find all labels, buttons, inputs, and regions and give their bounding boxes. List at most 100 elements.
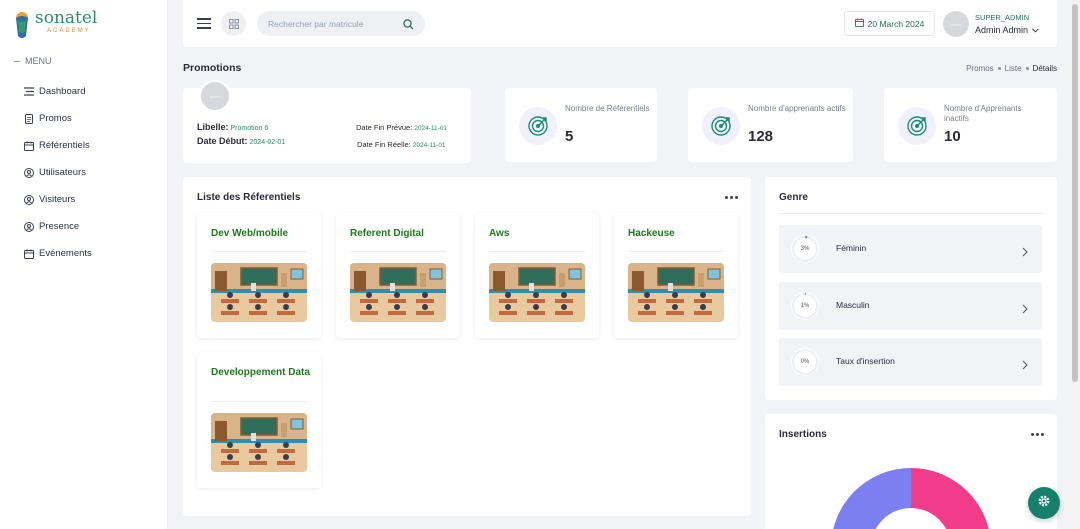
gear-icon [1037, 494, 1051, 513]
referentiels-panel: Liste des Réferentiels Dev Web/mobile Re… [183, 177, 751, 516]
calendar-icon [24, 141, 34, 151]
donut-segment-purple [833, 468, 911, 529]
genre-row-feminin[interactable]: 3% Féminin [779, 225, 1042, 273]
date-display[interactable]: 20 March 2024 [844, 11, 935, 36]
user-menu[interactable]: Admin Admin [975, 25, 1039, 35]
user-icon [24, 167, 34, 178]
classroom-image [211, 413, 307, 472]
stat-card-referentiels: Nombre de Référentiels 5 [505, 88, 657, 162]
sidebar-item-label: Promos [39, 113, 72, 124]
avatar-alt-text: avatar [950, 21, 962, 27]
classroom-image [489, 263, 585, 322]
classroom-image [350, 263, 446, 322]
referentiel-title: Dev Web/mobile [211, 228, 289, 239]
referentiel-title: Hackeuse [628, 228, 675, 239]
stat-value: 10 [944, 128, 961, 145]
user-name: Admin Admin [975, 25, 1029, 35]
sidebar-item-promos[interactable]: Promos [24, 105, 92, 132]
progress-ring: 0% [791, 348, 819, 376]
chevron-down-icon [1032, 25, 1039, 35]
brand-name: sonatel [35, 8, 98, 28]
sidebar-item-visiteurs[interactable]: Visiteurs [24, 186, 92, 213]
breadcrumb-liste[interactable]: Liste [1005, 64, 1022, 73]
promo-date-debut-value: 2024-02-01 [249, 139, 286, 146]
genre-label: Taux d'insertion [836, 356, 895, 366]
chevron-right-icon [1022, 301, 1028, 319]
referentiels-title: Liste des Réferentiels [197, 192, 301, 203]
breadcrumb: Promos Liste Détails [966, 64, 1057, 73]
target-icon [702, 107, 740, 145]
promo-date-fin-reelle-value: 2024-11-01 [412, 142, 446, 149]
sidebar-item-utilisateurs[interactable]: Utilisateurs [24, 159, 92, 186]
page-scrollbar[interactable] [1070, 0, 1080, 529]
settings-fab-button[interactable] [1028, 487, 1060, 519]
search-icon[interactable] [403, 17, 414, 35]
sidebar-item-evenements[interactable]: Evénements [24, 240, 92, 267]
apps-grid-icon[interactable] [221, 11, 246, 36]
chevron-right-icon [1022, 244, 1028, 262]
progress-ring: 1% [791, 292, 819, 320]
genre-title: Genre [779, 192, 808, 203]
calendar-icon [854, 18, 864, 29]
sidebar-item-label: Utilisateurs [39, 167, 86, 178]
sidebar-item-presence[interactable]: Presence [24, 213, 92, 240]
target-icon [519, 107, 557, 145]
referentiel-title: Aws [489, 228, 510, 239]
user-icon [24, 221, 34, 232]
menu-toggle-icon[interactable] [197, 18, 211, 29]
referentiel-card[interactable]: Referent Digital [336, 213, 460, 338]
insertions-panel: Insertions [765, 414, 1057, 529]
topbar: 20 March 2024 avatar SUPER_ADMIN Admin A… [183, 0, 1057, 47]
classroom-image [628, 263, 724, 322]
progress-ring: 3% [791, 235, 819, 263]
promo-avatar: avatar [199, 80, 231, 112]
referentiel-card[interactable]: Aws [475, 213, 599, 338]
breadcrumb-promos[interactable]: Promos [966, 64, 994, 73]
date-text: 20 March 2024 [867, 18, 925, 29]
genre-row-taux-insertion[interactable]: 0% Taux d'insertion [779, 338, 1042, 386]
stat-card-apprenants-actifs: Nombre d'apprenants actifs 128 [688, 88, 853, 162]
brand-logo[interactable]: sonatel ACADEMY [12, 10, 97, 40]
percent-text: 0% [800, 359, 810, 365]
target-icon [898, 107, 936, 145]
genre-row-masculin[interactable]: 1% Masculin [779, 282, 1042, 330]
promo-date-fin-prevue: Date Fin Prévue: 2024-11-01 [356, 123, 448, 132]
sidebar-item-label: Visiteurs [39, 194, 76, 205]
sidebar-item-referentiels[interactable]: Référentiels [24, 132, 92, 159]
scrollbar-thumb[interactable] [1072, 4, 1078, 382]
sidebar-item-label: Presence [39, 221, 80, 232]
genre-panel: Genre 3% Féminin 1% Masculin 0% Taux d'i… [765, 177, 1057, 400]
sidebar-item-dashboard[interactable]: Dashboard [24, 78, 92, 105]
genre-label: Masculin [836, 300, 870, 310]
breadcrumb-details: Détails [1032, 64, 1057, 73]
stat-label: Nombre de Référentiels [565, 104, 650, 113]
stat-card-apprenants-inactifs: Nombre d'Apprenants inactifs 10 [884, 88, 1057, 162]
search-input[interactable] [268, 18, 398, 29]
page-title: Promotions [183, 62, 242, 74]
user-role: SUPER_ADMIN [975, 13, 1030, 22]
stat-value: 5 [565, 128, 574, 145]
referentiel-title: Referent Digital [350, 228, 424, 239]
insertions-donut-chart [833, 468, 989, 529]
calendar-icon [24, 249, 34, 259]
more-options-icon[interactable] [725, 196, 738, 199]
menu-label: MENU [25, 56, 52, 66]
menu-heading: MENU [14, 56, 52, 66]
logo-mark-icon [12, 10, 32, 40]
referentiel-card[interactable]: Hackeuse [614, 213, 738, 338]
sidebar-item-label: Référentiels [39, 140, 90, 151]
search-box [257, 11, 425, 36]
referentiel-card[interactable]: Dev Web/mobile [197, 213, 321, 338]
stat-label: Nombre d'apprenants actifs [748, 104, 846, 113]
promo-date-fin-prevue-value: 2024-11-01 [414, 125, 448, 132]
avatar[interactable]: avatar [943, 11, 969, 37]
brand-sub: ACADEMY [47, 28, 91, 34]
sidebar-item-label: Evénements [39, 248, 92, 259]
donut-segment-pink [911, 468, 989, 529]
promo-libelle: Libelle: Promotion 6 [197, 122, 269, 132]
sidebar-nav: Dashboard Promos Référentiels Utilisateu… [24, 78, 92, 267]
user-icon [24, 194, 34, 205]
referentiel-card[interactable]: Developpement Data [197, 352, 321, 488]
promo-libelle-value: Promotion 6 [230, 125, 269, 132]
document-icon [24, 113, 34, 124]
